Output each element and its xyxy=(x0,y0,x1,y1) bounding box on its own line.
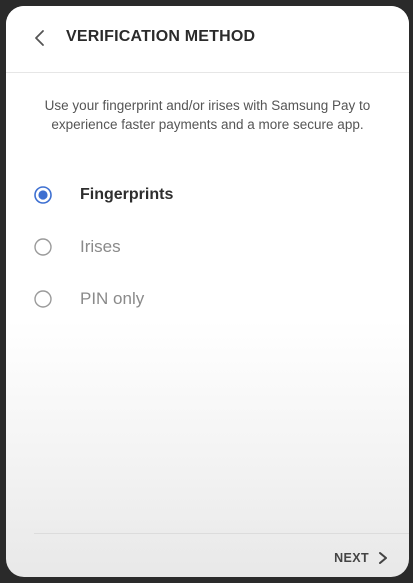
back-button[interactable] xyxy=(28,26,52,50)
radio-selected-icon[interactable] xyxy=(34,186,52,204)
option-label: PIN only xyxy=(80,289,145,308)
radio-unselected-icon[interactable] xyxy=(34,238,52,256)
option-fingerprints[interactable]: Fingerprints xyxy=(30,181,330,213)
option-label: Irises xyxy=(80,237,121,256)
screen: VERIFICATION METHOD Use your fingerprint… xyxy=(6,6,409,577)
option-label: Fingerprints xyxy=(80,186,174,203)
footer-divider xyxy=(34,533,409,534)
page-title: VERIFICATION METHOD xyxy=(66,28,256,45)
chevron-right-icon xyxy=(379,552,387,564)
description-text: Use your fingerprint and/or irises with … xyxy=(44,98,371,132)
option-irises[interactable]: Irises xyxy=(30,233,330,265)
next-label: NEXT xyxy=(334,551,369,565)
option-pin-only[interactable]: PIN only xyxy=(30,285,330,317)
app-header: VERIFICATION METHOD xyxy=(6,6,409,73)
radio-unselected-icon[interactable] xyxy=(34,290,52,308)
next-button[interactable]: NEXT xyxy=(334,546,389,570)
device-frame: VERIFICATION METHOD Use your fingerprint… xyxy=(0,0,413,583)
chevron-left-icon xyxy=(35,30,44,46)
